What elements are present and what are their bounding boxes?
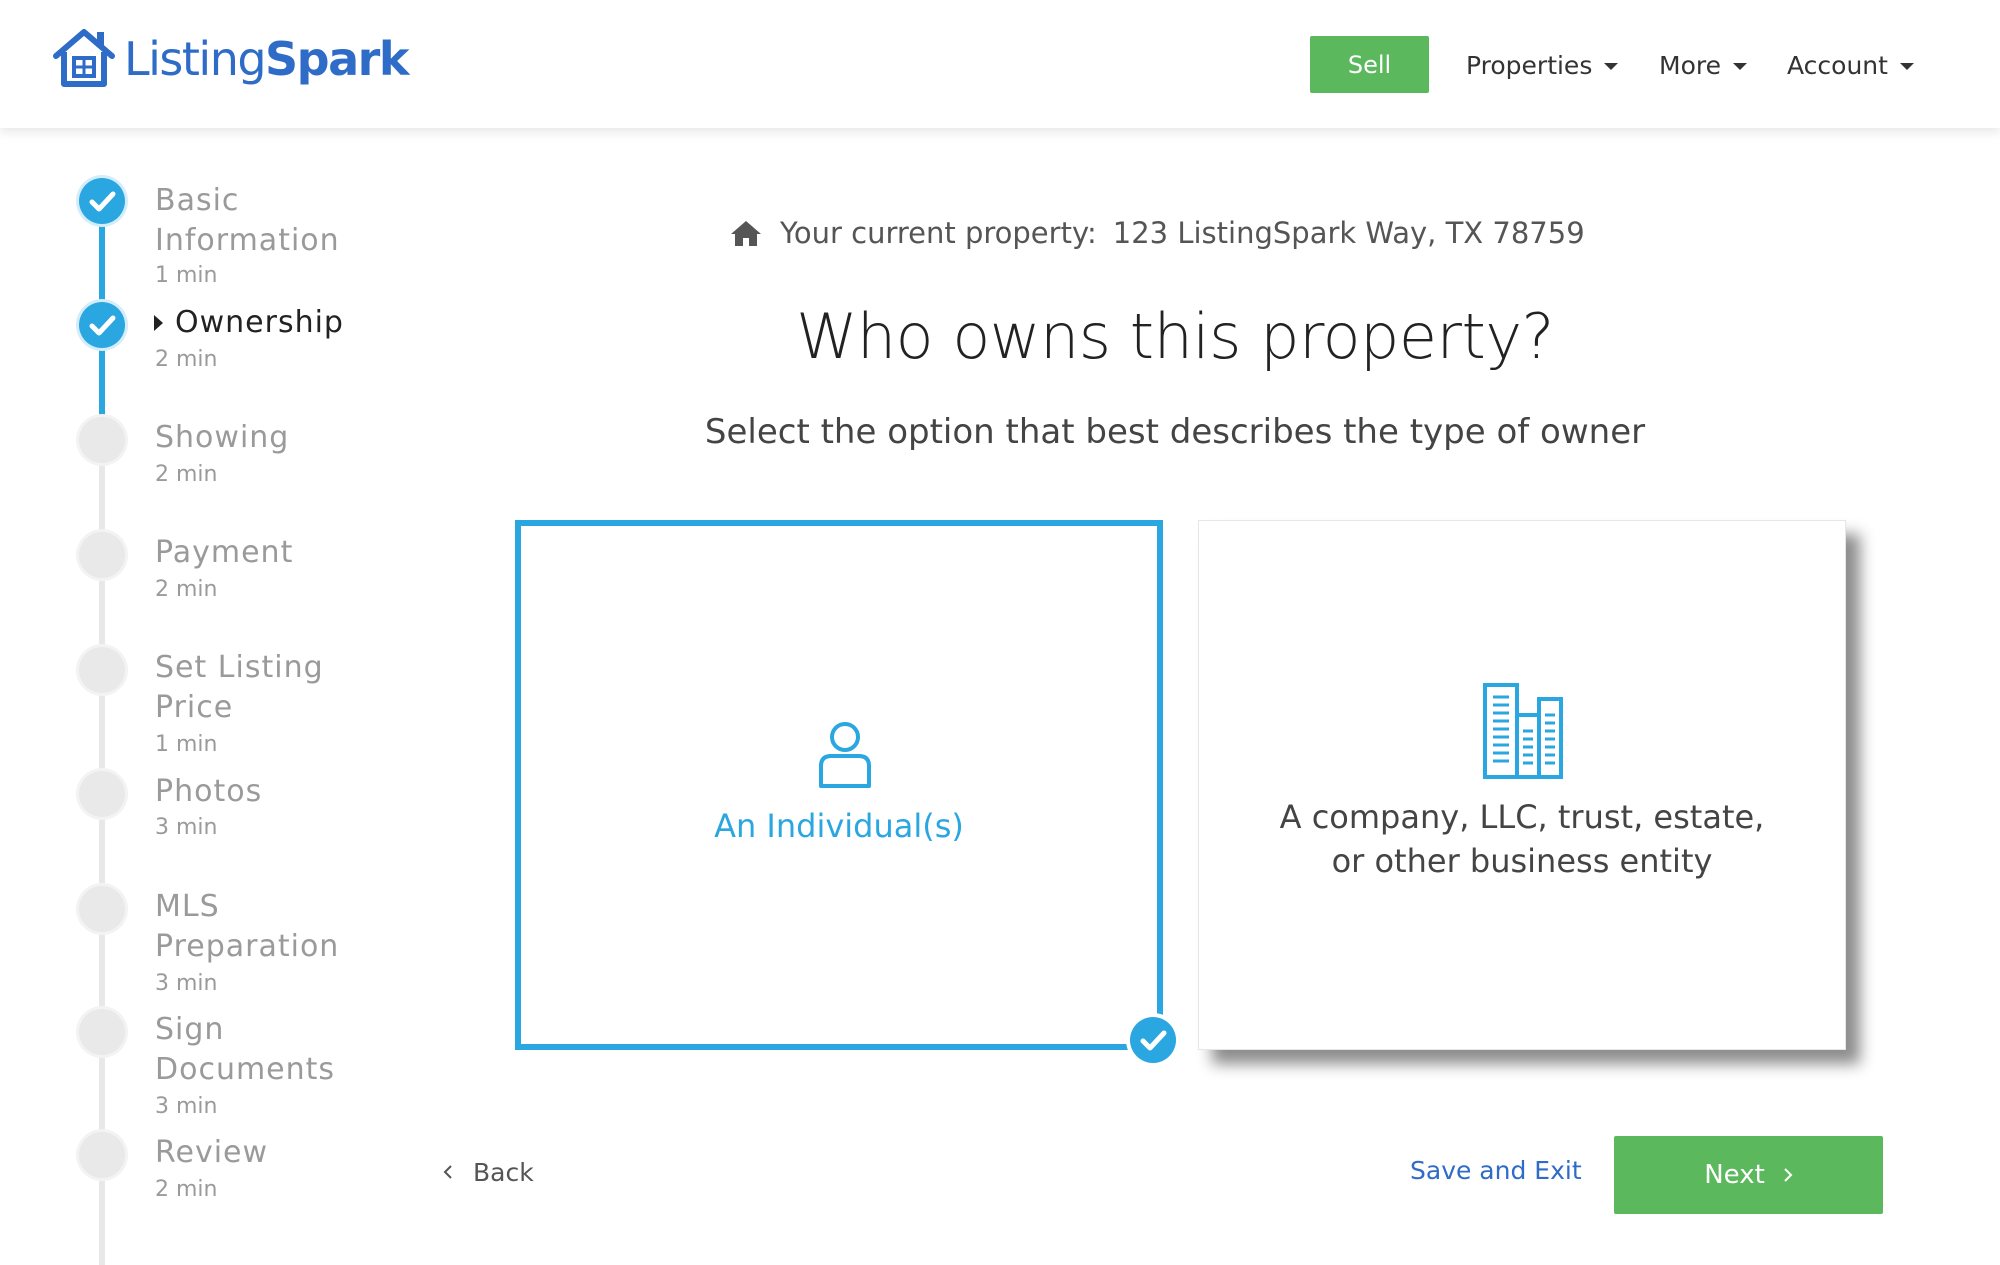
step-complete-check-icon xyxy=(79,178,125,224)
step-pending-dot xyxy=(79,1132,125,1178)
top-navbar: ListingSpark Sell Properties More Accoun… xyxy=(0,0,2000,128)
step-time: 3 min xyxy=(155,815,218,840)
caret-down-icon xyxy=(1732,62,1747,70)
next-label: Next xyxy=(1704,1160,1765,1190)
back-label: Back xyxy=(473,1157,534,1187)
step-showing[interactable]: Showing xyxy=(155,418,395,458)
option-business-entity-label-line1: A company, LLC, trust, estate, xyxy=(1279,798,1765,836)
step-ownership[interactable]: Ownership xyxy=(175,303,415,343)
step-basic-information[interactable]: Basic Information xyxy=(155,181,395,261)
step-time: 3 min xyxy=(155,971,218,996)
option-individual-card[interactable]: An Individual(s) xyxy=(515,520,1163,1050)
step-pending-dot xyxy=(79,886,125,932)
back-button[interactable]: Back xyxy=(443,1154,534,1190)
step-sign-documents[interactable]: Sign Documents xyxy=(155,1010,395,1090)
nav-more-label: More xyxy=(1659,50,1721,80)
buildings-icon xyxy=(1483,683,1563,779)
step-complete-check-icon xyxy=(79,302,125,348)
nav-properties-dropdown[interactable]: Properties xyxy=(1466,44,1619,86)
caret-down-icon xyxy=(1899,62,1914,70)
chevron-left-icon xyxy=(443,1165,452,1179)
step-pending-dot xyxy=(79,771,125,817)
house-logo-icon xyxy=(53,29,115,87)
step-time: 2 min xyxy=(155,1177,218,1202)
option-business-entity-label-line2: or other business entity xyxy=(1331,842,1713,880)
current-property: Your current property: 123 ListingSpark … xyxy=(730,213,1585,253)
save-and-exit-link[interactable]: Save and Exit xyxy=(1410,1156,1582,1185)
step-pending-dot xyxy=(79,532,125,578)
step-pending-dot xyxy=(79,647,125,693)
listingspark-logo[interactable]: ListingSpark xyxy=(52,26,409,92)
progress-stepper: Basic Information 1 min Ownership 2 min … xyxy=(0,128,420,1265)
step-time: 2 min xyxy=(155,347,218,372)
person-icon xyxy=(819,722,871,788)
step-mls-preparation[interactable]: MLS Preparation xyxy=(155,887,395,967)
current-property-label: Your current property: xyxy=(780,216,1097,250)
step-photos[interactable]: Photos xyxy=(155,772,395,812)
step-time: 1 min xyxy=(155,263,218,288)
step-set-listing-price[interactable]: Set Listing Price xyxy=(155,648,395,728)
step-time: 1 min xyxy=(155,732,218,757)
nav-more-dropdown[interactable]: More xyxy=(1659,44,1747,86)
chevron-right-icon xyxy=(1784,1168,1793,1182)
next-button[interactable]: Next xyxy=(1614,1136,1883,1214)
logo-text: ListingSpark xyxy=(124,32,409,86)
step-time: 2 min xyxy=(155,577,218,602)
page-subtitle: Select the option that best describes th… xyxy=(704,412,1646,452)
step-payment[interactable]: Payment xyxy=(155,533,395,573)
caret-down-icon xyxy=(1604,62,1619,70)
step-review[interactable]: Review xyxy=(155,1133,395,1173)
step-time: 3 min xyxy=(155,1094,218,1119)
step-pending-dot xyxy=(79,417,125,463)
option-business-entity-card[interactable]: A company, LLC, trust, estate, or other … xyxy=(1198,520,1846,1050)
step-pending-dot xyxy=(79,1009,125,1055)
option-individual-label: An Individual(s) xyxy=(714,807,964,845)
selected-check-icon xyxy=(1130,1017,1176,1063)
sell-button[interactable]: Sell xyxy=(1310,36,1429,93)
home-icon xyxy=(731,221,761,246)
nav-properties-label: Properties xyxy=(1466,50,1593,80)
current-property-address: 123 ListingSpark Way, TX 78759 xyxy=(1112,216,1585,250)
nav-account-label: Account xyxy=(1787,50,1888,80)
current-step-arrow-icon xyxy=(154,315,163,331)
nav-account-dropdown[interactable]: Account xyxy=(1787,44,1914,86)
step-time: 2 min xyxy=(155,462,218,487)
page-title: Who owns this property? xyxy=(796,300,1554,373)
